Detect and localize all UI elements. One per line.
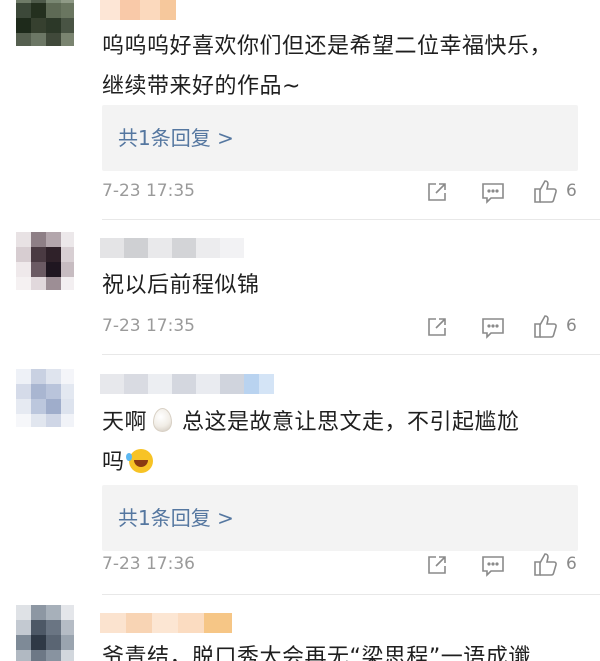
username[interactable] (100, 238, 244, 258)
comment-item: 祝以后前程似锦 7-23 17:35 6 (0, 220, 600, 355)
like-count: 6 (566, 316, 577, 336)
reply-box[interactable]: 共1条回复 > (102, 105, 578, 171)
username[interactable] (100, 613, 232, 633)
comment-item: 天啊 总这是故意让思文走，不引起尴尬吗 共1条回复 > 7-23 17:36 6 (0, 355, 600, 595)
timestamp: 7-23 17:35 (102, 181, 195, 201)
share-icon[interactable] (426, 554, 448, 576)
like-count: 6 (566, 554, 577, 574)
comment-text: 呜呜呜好喜欢你们但还是希望二位幸福快乐，继续带来好的作品~ (102, 34, 553, 99)
like-count: 6 (566, 181, 577, 201)
like-icon[interactable] (533, 551, 559, 577)
avatar[interactable] (16, 232, 74, 290)
username[interactable] (100, 374, 274, 394)
comment-text-part: 吗 (102, 450, 125, 475)
timestamp: 7-23 17:36 (102, 554, 195, 574)
like-icon[interactable] (533, 313, 559, 339)
view-replies-link[interactable]: 共1条回复 > (118, 122, 234, 151)
share-icon[interactable] (426, 181, 448, 203)
comment-icon[interactable] (481, 317, 505, 339)
username[interactable] (100, 0, 180, 20)
comment-text: 爷青结，脱口秀大会再无“梁思程”一语成谶 (102, 645, 531, 661)
reply-box[interactable]: 共1条回复 > (102, 485, 578, 551)
egg-emoji-icon (153, 408, 173, 432)
comment-text-part: 天啊 (102, 410, 148, 435)
avatar[interactable] (16, 369, 74, 427)
comment-item: 爷青结，脱口秀大会再无“梁思程”一语成谶 (0, 595, 600, 661)
comment-item: 呜呜呜好喜欢你们但还是希望二位幸福快乐，继续带来好的作品~ 共1条回复 > 7-… (0, 0, 600, 220)
avatar[interactable] (16, 605, 74, 661)
comment-text: 天啊 总这是故意让思文走，不引起尴尬吗 (102, 403, 572, 483)
comment-text: 祝以后前程似锦 (102, 273, 260, 298)
timestamp: 7-23 17:35 (102, 316, 195, 336)
comment-icon[interactable] (481, 182, 505, 204)
view-replies-link[interactable]: 共1条回复 > (118, 502, 234, 531)
comment-icon[interactable] (481, 555, 505, 577)
avatar[interactable] (16, 0, 74, 46)
comment-text-part: 总这是故意让思文走，不引起尴尬 (182, 410, 520, 435)
laughing-crying-emoji-icon (125, 449, 153, 473)
like-icon[interactable] (533, 178, 559, 204)
share-icon[interactable] (426, 316, 448, 338)
